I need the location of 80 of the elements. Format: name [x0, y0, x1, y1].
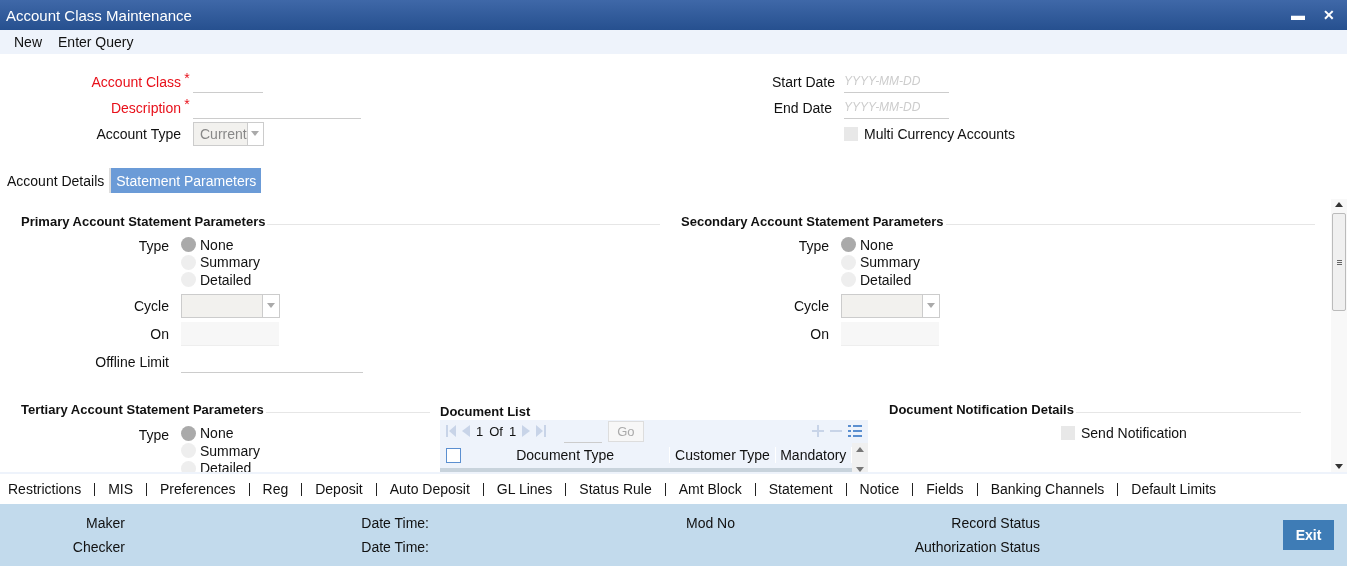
section-heading: Primary Account Statement Parameters	[21, 213, 266, 229]
cycle-select[interactable]	[181, 293, 280, 318]
link[interactable]: Reg	[262, 481, 289, 497]
checkbox[interactable]	[446, 447, 461, 463]
field-label: Type	[137, 237, 170, 254]
toolbar-button[interactable]: New	[6, 34, 50, 50]
checkbox-label: Multi Currency Accounts	[864, 125, 1015, 142]
next-page-icon[interactable]	[522, 425, 531, 437]
link[interactable]: Deposit	[315, 481, 363, 497]
radio-button[interactable]	[841, 237, 856, 253]
field-label: Type	[137, 425, 170, 443]
column-header: Document Type	[460, 447, 671, 463]
link[interactable]: Default Limits	[1131, 481, 1217, 497]
link[interactable]: Notice	[859, 481, 900, 497]
link[interactable]: Statement	[768, 481, 833, 497]
scroll-up-icon[interactable]	[1335, 202, 1343, 207]
minimize-button[interactable]: ▬	[1285, 7, 1311, 23]
page-total: 1	[508, 423, 517, 439]
radio-button[interactable]	[181, 237, 196, 253]
field-label: On	[809, 325, 830, 342]
section-heading: Tertiary Account Statement Parameters	[21, 402, 264, 417]
first-page-icon[interactable]	[446, 425, 456, 437]
footer-label: Authorization Status	[914, 539, 1040, 555]
radio-label: Summary	[860, 254, 920, 271]
required-mark: *	[183, 70, 191, 86]
cycle-select[interactable]	[841, 293, 940, 318]
window-title: Account Class Maintenance	[6, 6, 192, 24]
link[interactable]: MIS	[108, 481, 134, 497]
link[interactable]: GL Lines	[496, 481, 553, 497]
field-label: Account Class	[90, 73, 181, 90]
list-icon[interactable]	[848, 425, 862, 437]
link[interactable]: Restrictions	[8, 481, 82, 497]
checkbox-label: Send Notification	[1081, 424, 1187, 441]
column-header: Customer Type	[670, 447, 776, 463]
scroll-down-icon[interactable]	[1335, 464, 1343, 469]
field-label: On	[149, 325, 170, 342]
field-label: Type	[797, 237, 830, 254]
page-of-label: Of	[489, 423, 503, 439]
scrollbar[interactable]	[1331, 199, 1347, 472]
field-label: Offline Limit	[94, 353, 170, 370]
exit-button[interactable]: Exit	[1283, 520, 1334, 550]
section-heading: Secondary Account Statement Parameters	[681, 213, 944, 229]
radio-label: Summary	[200, 254, 260, 271]
link[interactable]: Banking Channels	[990, 481, 1105, 497]
link[interactable]: Status Rule	[579, 481, 652, 497]
radio-label: Summary	[200, 442, 260, 459]
caret-icon	[927, 303, 935, 308]
previous-page-icon[interactable]	[462, 425, 470, 437]
radio-label: None	[860, 236, 894, 253]
toolbar-button[interactable]: Enter Query	[50, 34, 142, 50]
caret-icon	[251, 131, 260, 136]
radio-label: None	[200, 236, 234, 253]
caret-icon	[267, 303, 275, 308]
footer-label: Record Status	[951, 515, 1040, 531]
section-heading: Document Notification Details	[889, 402, 1074, 417]
footer-label: Mod No	[685, 515, 735, 531]
field-label: Cycle	[133, 297, 170, 314]
footer-label: Checker	[72, 539, 125, 555]
required-mark: *	[183, 96, 191, 112]
radio-label: None	[200, 425, 234, 442]
link[interactable]: Fields	[926, 481, 964, 497]
link[interactable]: Amt Block	[678, 481, 742, 497]
radio-label: Detailed	[860, 271, 912, 288]
scroll-thumb[interactable]	[1332, 213, 1346, 311]
footer-label: Date Time:	[361, 515, 429, 531]
field-label: End Date	[772, 99, 832, 116]
add-icon[interactable]	[812, 425, 824, 437]
page-number: 1	[476, 423, 484, 439]
link[interactable]: Auto Deposit	[389, 481, 470, 497]
section-heading: Document List	[440, 403, 532, 420]
radio-button[interactable]	[181, 425, 196, 441]
radio-label: Detailed	[200, 271, 252, 288]
field-label: Cycle	[793, 297, 830, 314]
link[interactable]: Preferences	[160, 481, 236, 497]
last-page-icon[interactable]	[536, 425, 547, 437]
close-button[interactable]: ✕	[1317, 7, 1341, 23]
footer-label: Maker	[86, 515, 125, 531]
footer-label: Date Time:	[361, 539, 429, 555]
field-label: Account Type	[95, 125, 181, 142]
field-label: Description	[109, 99, 181, 116]
